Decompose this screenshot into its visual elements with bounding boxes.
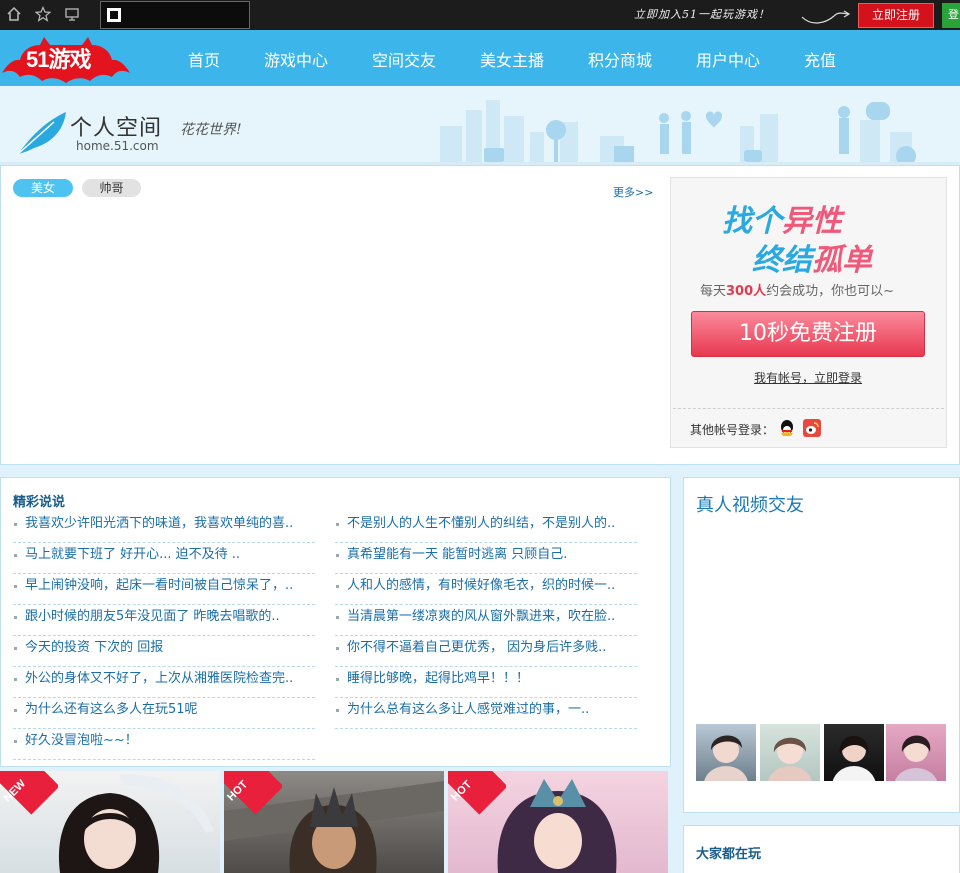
game-thumb[interactable]: HOT (224, 771, 444, 873)
weibo-icon[interactable] (803, 419, 821, 437)
badge-text: HOT (225, 778, 251, 804)
nav-item-home[interactable]: 首页 (188, 47, 220, 71)
headline-part: 终结 (752, 243, 812, 278)
avatar[interactable] (886, 724, 946, 781)
subtitle-suffix: 约会成功，你也可以~ (766, 284, 895, 299)
nav-item-mall[interactable]: 积分商城 (588, 47, 652, 71)
banner-domain: home.51.com (76, 139, 159, 153)
register-headline-1: 找个异性 (722, 196, 842, 240)
talk-item[interactable]: 我喜欢少许阳光洒下的味道，我喜欢单纯的喜.. (13, 512, 315, 543)
talk-item[interactable]: 睡得比够晚，起得比鸡早！！！ (335, 667, 637, 698)
register-button[interactable]: 立即注册 (858, 3, 934, 28)
free-register-button[interactable]: 10秒免费注册 (691, 311, 925, 357)
talk-item[interactable]: 好久没冒泡啦~~！ (13, 729, 315, 760)
talk-item[interactable]: 你不得不逼着自己更优秀， 因为身后许多贱.. (335, 636, 637, 667)
feather-icon (17, 112, 66, 155)
talk-item[interactable]: 今天的投资 下次的 回报 (13, 636, 315, 667)
badge-text: NEW (1, 777, 29, 805)
nav-item-user-center[interactable]: 用户中心 (696, 47, 760, 71)
login-button[interactable]: 登 (942, 3, 960, 28)
talk-item[interactable]: 早上闹钟没响，起床一看时间被自己惊呆了，.. (13, 574, 315, 605)
talk-title: 精彩说说 (13, 495, 66, 510)
headline-part: 异性 (782, 204, 842, 239)
arrow-doodle-icon (801, 10, 851, 24)
headline-part: 孤单 (812, 243, 872, 278)
game-thumb[interactable]: HOT (448, 771, 668, 873)
address-box[interactable] (100, 1, 250, 29)
nav-item-space[interactable]: 空间交友 (372, 47, 436, 71)
game-thumb[interactable]: NEW (0, 771, 220, 873)
badge-ribbon: HOT (448, 771, 506, 829)
avatar[interactable] (696, 724, 756, 781)
top-slogan: 立即加入51一起玩游戏！ (634, 8, 770, 21)
qr-icon (107, 8, 121, 22)
logo-text: 51游戏 (26, 47, 91, 72)
other-login-label: 其他帐号登录： (690, 423, 775, 437)
star-icon[interactable] (34, 6, 52, 24)
register-subtitle: 每天300人约会成功，你也可以~ (700, 280, 894, 299)
subtitle-count: 300人 (726, 284, 767, 299)
badge-ribbon: HOT (224, 771, 282, 829)
video-title: 真人视频交友 (696, 495, 804, 516)
avatar[interactable] (760, 724, 820, 781)
home-icon[interactable] (5, 6, 23, 24)
badge-text: HOT (449, 778, 475, 804)
talk-item[interactable]: 人和人的感情，有时候好像毛衣，织的时候一.. (335, 574, 637, 605)
play-title: 大家都在玩 (696, 847, 762, 862)
more-link[interactable]: 更多>> (613, 184, 653, 200)
desktop-icon[interactable] (63, 6, 81, 24)
register-headline-2: 终结孤单 (752, 235, 872, 279)
nav-item-game-center[interactable]: 游戏中心 (264, 47, 328, 71)
banner-slogan: 花花世界! (180, 122, 242, 138)
login-link[interactable]: 我有帐号，立即登录 (754, 369, 862, 386)
talk-item[interactable]: 为什么还有这么多人在玩51呢 (13, 698, 315, 729)
headline-part: 找个 (722, 204, 782, 239)
talk-item[interactable]: 为什么总有这么多让人感觉难过的事，一.. (335, 698, 637, 729)
avatar[interactable] (824, 724, 884, 781)
talk-item[interactable]: 当清晨第一缕凉爽的风从窗外飘进来，吹在脸.. (335, 605, 637, 636)
talk-item[interactable]: 不是别人的人生不懂别人的纠结，不是别人的.. (335, 512, 637, 543)
talk-item[interactable]: 跟小时候的朋友5年没见面了 昨晚去唱歌的.. (13, 605, 315, 636)
badge-ribbon: NEW (0, 771, 58, 829)
qq-icon[interactable] (778, 419, 796, 437)
talk-item[interactable]: 外公的身体又不好了，上次从湘雅医院检查完.. (13, 667, 315, 698)
talk-item[interactable]: 真希望能有一天 能暂时逃离 只顾自己. (335, 543, 637, 574)
subtitle-prefix: 每天 (700, 284, 727, 299)
tab-handsome[interactable]: 帅哥 (82, 179, 141, 197)
talk-item[interactable]: 马上就要下班了 好开心... 迫不及待 .. (13, 543, 315, 574)
nav-item-recharge[interactable]: 充值 (804, 47, 836, 71)
nav-item-anchor[interactable]: 美女主播 (480, 47, 544, 71)
divider (673, 408, 944, 409)
tab-beauty[interactable]: 美女 (13, 179, 73, 197)
banner-title: 个人空间 (70, 116, 163, 141)
